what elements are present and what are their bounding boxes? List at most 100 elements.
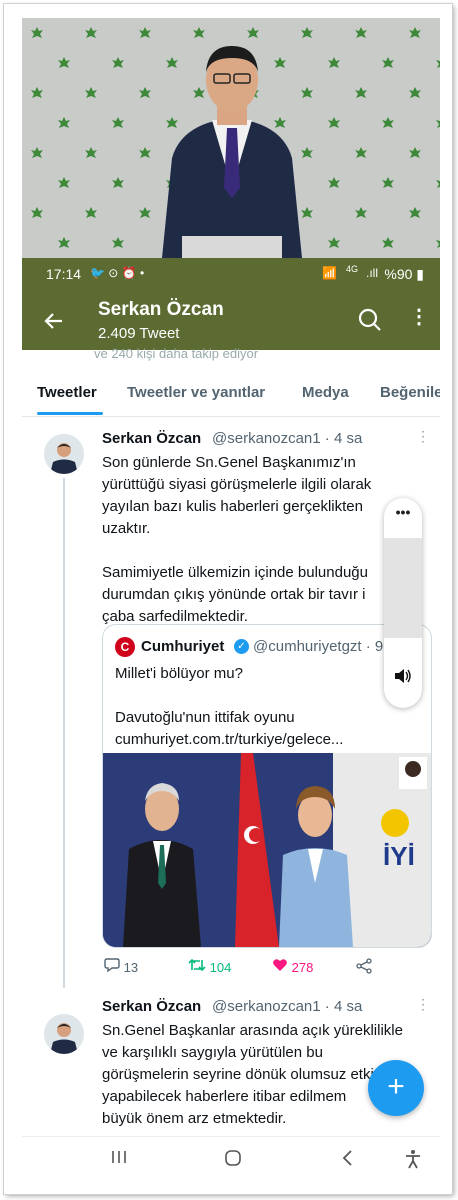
tab-media[interactable]: Medya	[302, 384, 349, 401]
party-logo-icon	[354, 206, 368, 220]
party-logo-icon	[408, 206, 422, 220]
system-navigation-bar	[22, 1136, 440, 1184]
tab-tweets[interactable]: Tweetler	[37, 384, 97, 401]
party-logo-icon	[327, 116, 341, 130]
quote-author-name: Cumhuriyet	[141, 638, 225, 655]
media-player-controls[interactable]: •••	[384, 498, 422, 708]
quote-handle-time: @cumhuriyetgzt · 9	[253, 638, 384, 655]
tab-tweets-replies[interactable]: Tweetler ve yanıtlar	[127, 384, 265, 401]
compose-tweet-button[interactable]: +	[368, 1060, 424, 1116]
battery-level: %90 ▮	[384, 266, 424, 282]
party-logo-icon	[57, 176, 71, 190]
party-logo-icon	[435, 236, 440, 250]
party-logo-icon	[354, 146, 368, 160]
retweet-icon	[188, 958, 206, 972]
speaker-figure	[162, 46, 302, 258]
party-logo-icon	[381, 116, 395, 130]
party-logo-icon	[354, 26, 368, 40]
party-logo-icon	[381, 176, 395, 190]
avatar[interactable]	[44, 434, 84, 474]
party-logo-icon	[435, 56, 440, 70]
party-logo-icon	[111, 176, 125, 190]
party-logo-icon	[327, 56, 341, 70]
svg-text:İYİ: İYİ	[383, 841, 415, 871]
quote-tweet[interactable]: C Cumhuriyet ✓ @cumhuriyetgzt · 9 Millet…	[102, 624, 432, 948]
screenshot-frame: 17:14 🐦 ⊙ ⏰ • 📶 4G .ıll %90 ▮ Serkan Özc…	[4, 4, 452, 1194]
retweet-button[interactable]: 104	[188, 958, 231, 975]
party-logo-icon	[84, 86, 98, 100]
party-logo-icon	[57, 236, 71, 250]
like-button[interactable]: 278	[272, 958, 313, 975]
status-bar: 17:14 🐦 ⊙ ⏰ • 📶 4G .ıll %90 ▮	[22, 258, 440, 292]
party-logo-icon	[30, 26, 44, 40]
followers-text: ve 240 kişi daha takip ediyor	[94, 346, 259, 361]
phone-screen: 17:14 🐦 ⊙ ⏰ • 📶 4G .ıll %90 ▮ Serkan Özc…	[22, 18, 440, 1184]
video-feed[interactable]	[22, 18, 440, 258]
party-logo-icon	[57, 56, 71, 70]
tweet-author-name[interactable]: Serkan Özcan	[102, 430, 201, 447]
party-logo-icon	[57, 116, 71, 130]
nav-back-icon[interactable]	[340, 1149, 354, 1172]
search-icon[interactable]	[358, 308, 382, 337]
tweet-text: Son günlerde Sn.Genel Başkanımız'ın yürü…	[102, 454, 372, 625]
party-logo-icon	[111, 56, 125, 70]
volume-icon[interactable]	[394, 668, 412, 689]
party-logo-icon	[84, 146, 98, 160]
status-time: 17:14	[46, 266, 82, 282]
avatar[interactable]	[44, 1014, 84, 1054]
quote-text: Millet'i bölüyor mu? Davutoğlu'nun ittif…	[115, 665, 344, 748]
profile-header: Serkan Özcan 2.409 Tweet ⋮	[22, 292, 440, 350]
plus-icon: +	[387, 1070, 405, 1103]
party-logo-icon	[327, 236, 341, 250]
status-notification-icons: 🐦 ⊙ ⏰ •	[90, 266, 145, 280]
party-logo-icon	[354, 86, 368, 100]
party-logo-icon	[84, 26, 98, 40]
share-icon	[356, 958, 372, 974]
party-logo-icon	[408, 146, 422, 160]
accessibility-icon[interactable]	[404, 1149, 422, 1174]
reply-button[interactable]: 13	[104, 958, 138, 975]
tweet-actions: 13 104 278	[102, 958, 422, 978]
more-vertical-icon[interactable]: ⋮	[409, 304, 429, 329]
reply-count: 13	[123, 960, 139, 975]
profile-tabs: Tweetler Tweetler ve yanıtlar Medya Beğe…	[22, 370, 440, 417]
party-logo-icon	[408, 86, 422, 100]
tweet-count: 2.409 Tweet	[98, 325, 180, 342]
recent-apps-icon[interactable]	[110, 1149, 128, 1170]
retweet-count: 104	[209, 960, 232, 975]
cumhuriyet-logo-icon: C	[115, 637, 135, 657]
like-count: 278	[291, 960, 314, 975]
party-logo-icon	[30, 146, 44, 160]
tab-likes[interactable]: Beğenile	[380, 384, 440, 401]
thread-line	[63, 478, 65, 988]
party-logo-icon	[84, 206, 98, 220]
tweet-options-icon[interactable]: ⋮	[416, 996, 430, 1013]
party-logo-icon	[111, 116, 125, 130]
active-tab-indicator	[37, 412, 103, 415]
tweet-handle-time: @serkanozcan1 · 4 sa	[212, 430, 363, 447]
party-logo-icon	[408, 26, 422, 40]
party-logo-icon	[381, 56, 395, 70]
profile-name: Serkan Özcan	[98, 299, 224, 320]
tweet-options-icon[interactable]: ⋮	[416, 428, 430, 445]
signal-icon: .ıll	[366, 266, 378, 280]
tweet-author-name[interactable]: Serkan Özcan	[102, 998, 201, 1015]
wifi-icon: 📶	[322, 266, 337, 280]
network-label: 4G	[346, 264, 359, 274]
tweet-handle-time: @serkanozcan1 · 4 sa	[212, 998, 363, 1015]
party-logo-icon	[435, 116, 440, 130]
player-volume-track[interactable]	[384, 538, 422, 638]
party-logo-icon	[435, 176, 440, 190]
verified-badge-icon: ✓	[234, 639, 249, 654]
party-logo-icon	[111, 236, 125, 250]
reply-icon	[104, 958, 120, 973]
party-logo-icon	[30, 206, 44, 220]
party-logo-icon	[30, 86, 44, 100]
party-logo-icon	[381, 236, 395, 250]
party-logo-icon	[327, 176, 341, 190]
back-arrow-icon[interactable]	[42, 310, 64, 338]
player-more-icon[interactable]: •••	[384, 504, 422, 520]
share-button[interactable]	[356, 958, 372, 977]
quote-image[interactable]: İYİ	[103, 753, 431, 947]
home-icon[interactable]	[224, 1149, 242, 1172]
